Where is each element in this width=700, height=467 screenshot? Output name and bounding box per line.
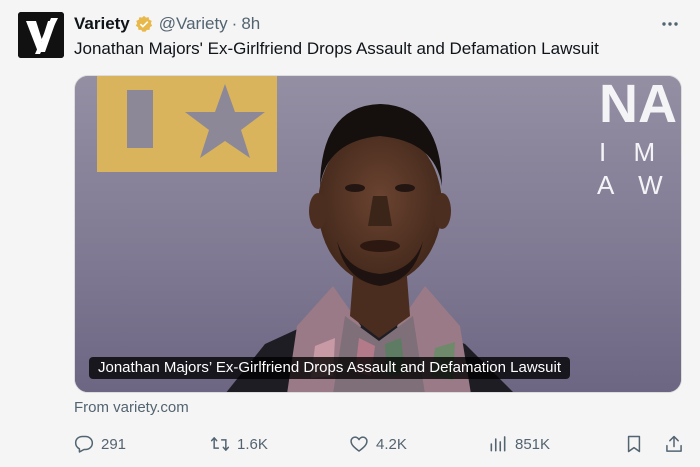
views-button[interactable]: 851K xyxy=(488,430,550,458)
verified-badge-icon xyxy=(135,15,153,33)
backdrop-text-3: A W A xyxy=(597,170,682,200)
more-dots-icon[interactable] xyxy=(658,12,682,36)
avatar[interactable]: V xyxy=(18,12,64,58)
tweet: V Variety @Variety · 8h Jonathan Majors'… xyxy=(0,0,700,467)
like-count: 4.2K xyxy=(376,435,407,453)
reply-count: 291 xyxy=(101,435,127,453)
repost-icon xyxy=(210,437,230,451)
repost-count: 1.6K xyxy=(237,435,268,453)
share-icon xyxy=(666,435,682,452)
timestamp[interactable]: 8h xyxy=(241,14,260,34)
views-icon xyxy=(490,436,506,452)
like-button[interactable]: 4.2K xyxy=(349,430,407,458)
separator: · xyxy=(231,14,238,33)
handle[interactable]: @Variety xyxy=(159,14,228,34)
heart-icon xyxy=(350,436,368,452)
source-link[interactable]: From variety.com xyxy=(74,399,189,416)
display-name[interactable]: Variety xyxy=(74,14,130,34)
reply-icon xyxy=(74,435,94,453)
article-image: NA I M A W A xyxy=(75,76,682,392)
backdrop-text-2: I M xyxy=(599,137,665,167)
card-title-overlay: Jonathan Majors’ Ex-Girlfriend Drops Ass… xyxy=(89,357,570,379)
tweet-header: Variety @Variety · 8h xyxy=(74,12,260,36)
reply-button[interactable]: 291 xyxy=(74,430,126,458)
link-card[interactable]: NA I M A W A xyxy=(74,75,682,393)
bookmark-button[interactable] xyxy=(624,430,644,458)
tweet-text: Jonathan Majors' Ex-Girlfriend Drops Ass… xyxy=(74,39,599,58)
variety-logo-icon: V xyxy=(18,12,64,58)
view-count: 851K xyxy=(515,435,551,453)
share-button[interactable] xyxy=(664,430,684,458)
backdrop-text-1: NA xyxy=(599,76,677,134)
bookmark-icon xyxy=(627,435,641,453)
action-bar: 291 1.6K 4.2K 851K xyxy=(74,430,684,458)
repost-button[interactable]: 1.6K xyxy=(210,430,268,458)
